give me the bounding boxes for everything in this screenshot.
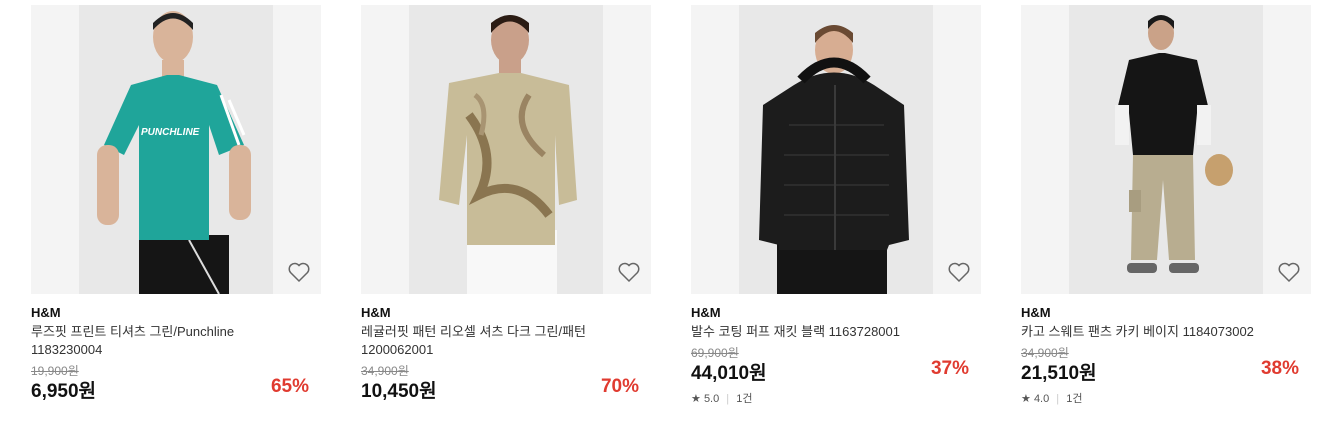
product-brand: H&M: [361, 305, 391, 320]
product-brand: H&M: [1021, 305, 1051, 320]
product-title: 카고 스웨트 팬츠 카키 베이지 1184073002: [1021, 324, 1254, 339]
product-brand: H&M: [691, 305, 721, 320]
discount-rate: 70%: [600, 376, 639, 397]
rating-score: 5.0: [703, 393, 720, 405]
product-name[interactable]: 발수 코팅 퍼프 재킷 블랙 1163728001: [691, 323, 981, 341]
product-image[interactable]: [361, 5, 651, 294]
heart-icon[interactable]: [617, 260, 641, 284]
product-grid: PUNCHLINE H&M 루즈핏 프린트 티셔츠 그린/Punchline 1…: [31, 5, 1311, 425]
discount-rate: 65%: [270, 376, 309, 397]
product-image[interactable]: PUNCHLINE: [31, 5, 321, 294]
product-image[interactable]: [1021, 5, 1311, 294]
sale-price: 6,950원: [31, 381, 97, 402]
heart-icon[interactable]: [947, 260, 971, 284]
model-illustration: [739, 5, 933, 294]
product-brand: H&M: [31, 305, 61, 320]
product-image[interactable]: [691, 5, 981, 294]
review-count: 1건: [736, 393, 753, 405]
model-illustration: [1069, 5, 1263, 294]
product-name[interactable]: 카고 스웨트 팬츠 카키 베이지 1184073002: [1021, 323, 1311, 341]
sale-price: 44,010원: [691, 363, 767, 384]
star-icon: ★: [691, 393, 701, 405]
product-card[interactable]: H&M 레귤러핏 패턴 리오셀 셔츠 다크 그린/패턴 1200062001 3…: [361, 5, 651, 425]
model-illustration: PUNCHLINE: [79, 5, 273, 294]
product-title: 레귤러핏 패턴 리오셀 셔츠 다크 그린/패턴: [361, 324, 586, 339]
product-card[interactable]: H&M 카고 스웨트 팬츠 카키 베이지 1184073002 34,900원 …: [1021, 5, 1311, 425]
rating-divider: |: [726, 393, 730, 405]
review-count: 1건: [1066, 393, 1083, 405]
product-card[interactable]: PUNCHLINE H&M 루즈핏 프린트 티셔츠 그린/Punchline 1…: [31, 5, 321, 425]
discount-rate: 38%: [1260, 358, 1299, 379]
product-name[interactable]: 레귤러핏 패턴 리오셀 셔츠 다크 그린/패턴 1200062001: [361, 323, 651, 359]
star-icon: ★: [1021, 393, 1031, 405]
discount-rate: 37%: [930, 358, 969, 379]
product-rating: ★ 5.0 | 1건: [691, 390, 752, 406]
sale-price: 21,510원: [1021, 363, 1097, 384]
product-code: 1200062001: [361, 342, 434, 357]
shirt-print: PUNCHLINE: [141, 127, 200, 138]
heart-icon[interactable]: [287, 260, 311, 284]
rating-score: 4.0: [1033, 393, 1050, 405]
product-name[interactable]: 루즈핏 프린트 티셔츠 그린/Punchline 1183230004: [31, 323, 321, 359]
model-illustration: [409, 5, 603, 294]
product-code: 1183230004: [31, 342, 103, 357]
product-title: 루즈핏 프린트 티셔츠 그린/Punchline: [31, 324, 235, 339]
heart-icon[interactable]: [1277, 260, 1301, 284]
product-title: 발수 코팅 퍼프 재킷 블랙 1163728001: [691, 324, 900, 339]
sale-price: 10,450원: [361, 381, 437, 402]
product-rating: ★ 4.0 | 1건: [1021, 390, 1082, 406]
rating-divider: |: [1056, 393, 1060, 405]
product-card[interactable]: H&M 발수 코팅 퍼프 재킷 블랙 1163728001 69,900원 44…: [691, 5, 981, 425]
